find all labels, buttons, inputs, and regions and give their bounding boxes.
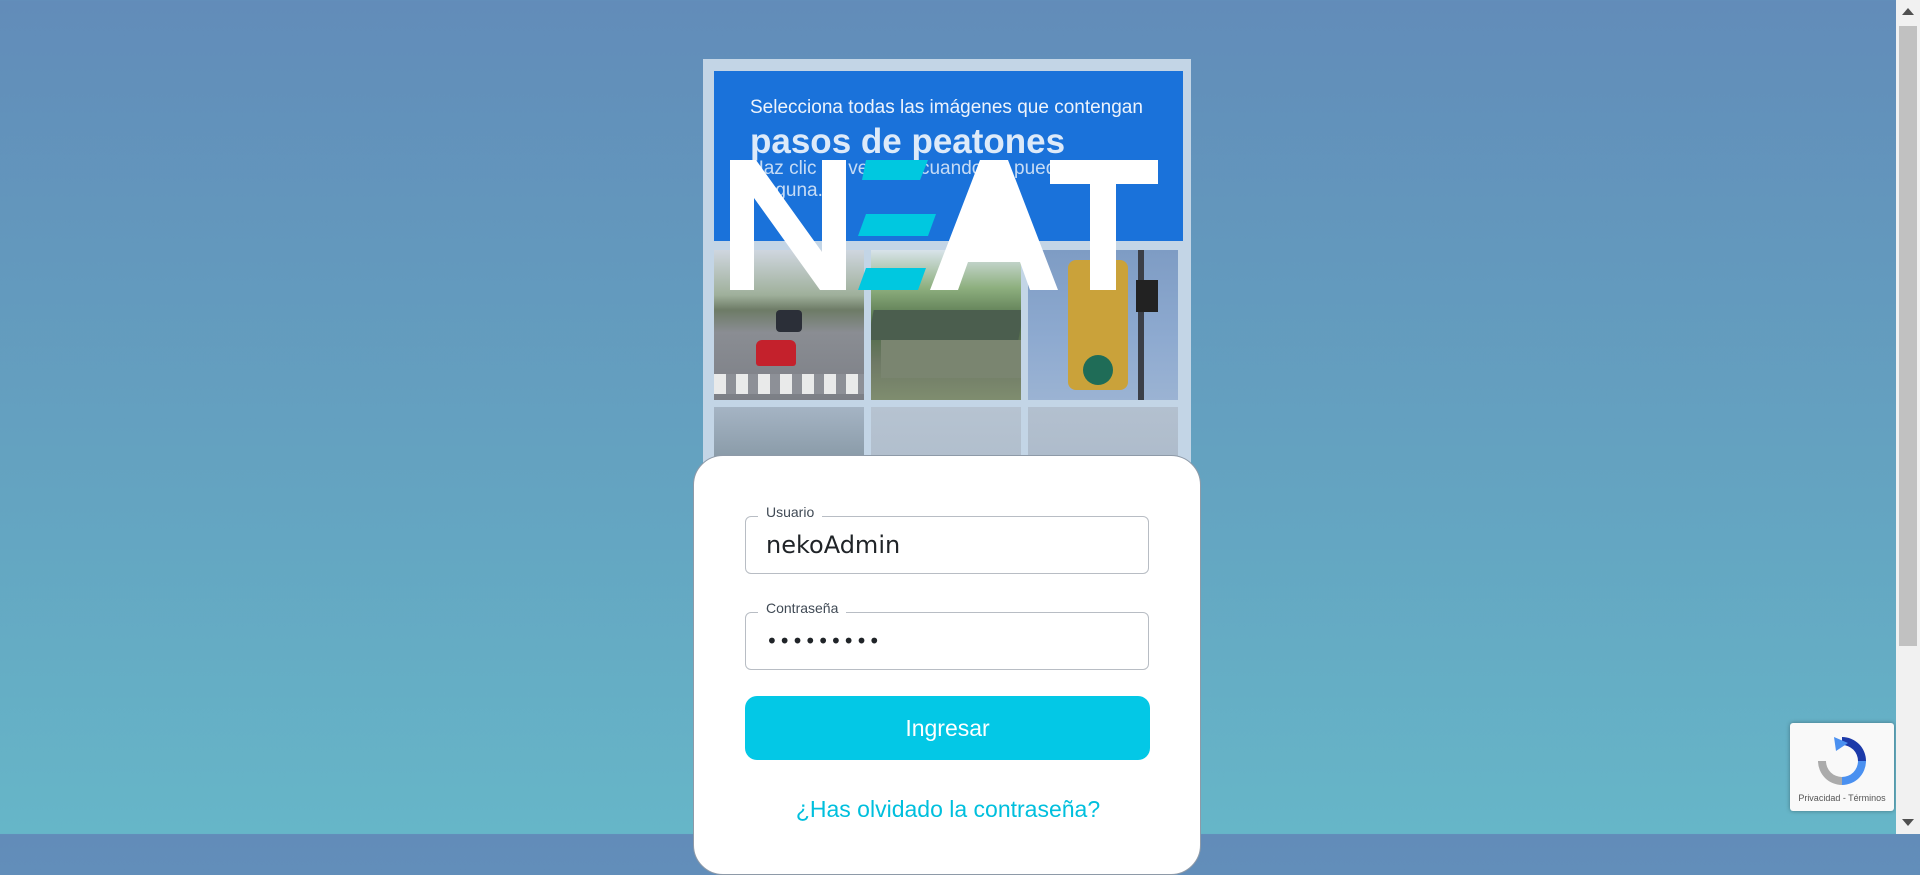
recaptcha-badge[interactable]: Privacidad - Términos [1790, 723, 1894, 811]
login-button[interactable]: Ingresar [745, 696, 1150, 760]
crosswalk-shape [714, 374, 864, 394]
traffic-light-lens [1083, 355, 1113, 385]
neat-logo [730, 150, 1160, 300]
login-card: Usuario Contraseña Ingresar ¿Has olvidad… [693, 455, 1201, 875]
scroll-down-arrow-icon[interactable] [1902, 819, 1914, 826]
logo-mark [730, 160, 1158, 290]
roof-shape [871, 310, 1021, 340]
scroll-up-arrow-icon[interactable] [1902, 8, 1914, 15]
captcha-instruction: Selecciona todas las imágenes que conten… [750, 97, 1143, 118]
page-scrollbar[interactable] [1896, 0, 1920, 834]
car-shape [756, 340, 796, 366]
forgot-password-link[interactable]: ¿Has olvidado la contraseña? [694, 796, 1202, 823]
recaptcha-icon [1818, 737, 1866, 785]
recaptcha-links[interactable]: Privacidad - Términos [1790, 793, 1894, 803]
wall-shape [881, 340, 1021, 378]
password-input[interactable] [766, 613, 1136, 669]
password-field[interactable]: Contraseña [745, 600, 1149, 670]
scroll-thumb[interactable] [1899, 26, 1917, 646]
username-field[interactable]: Usuario [745, 504, 1149, 574]
car-shape [776, 310, 802, 332]
username-input[interactable] [766, 517, 1136, 573]
